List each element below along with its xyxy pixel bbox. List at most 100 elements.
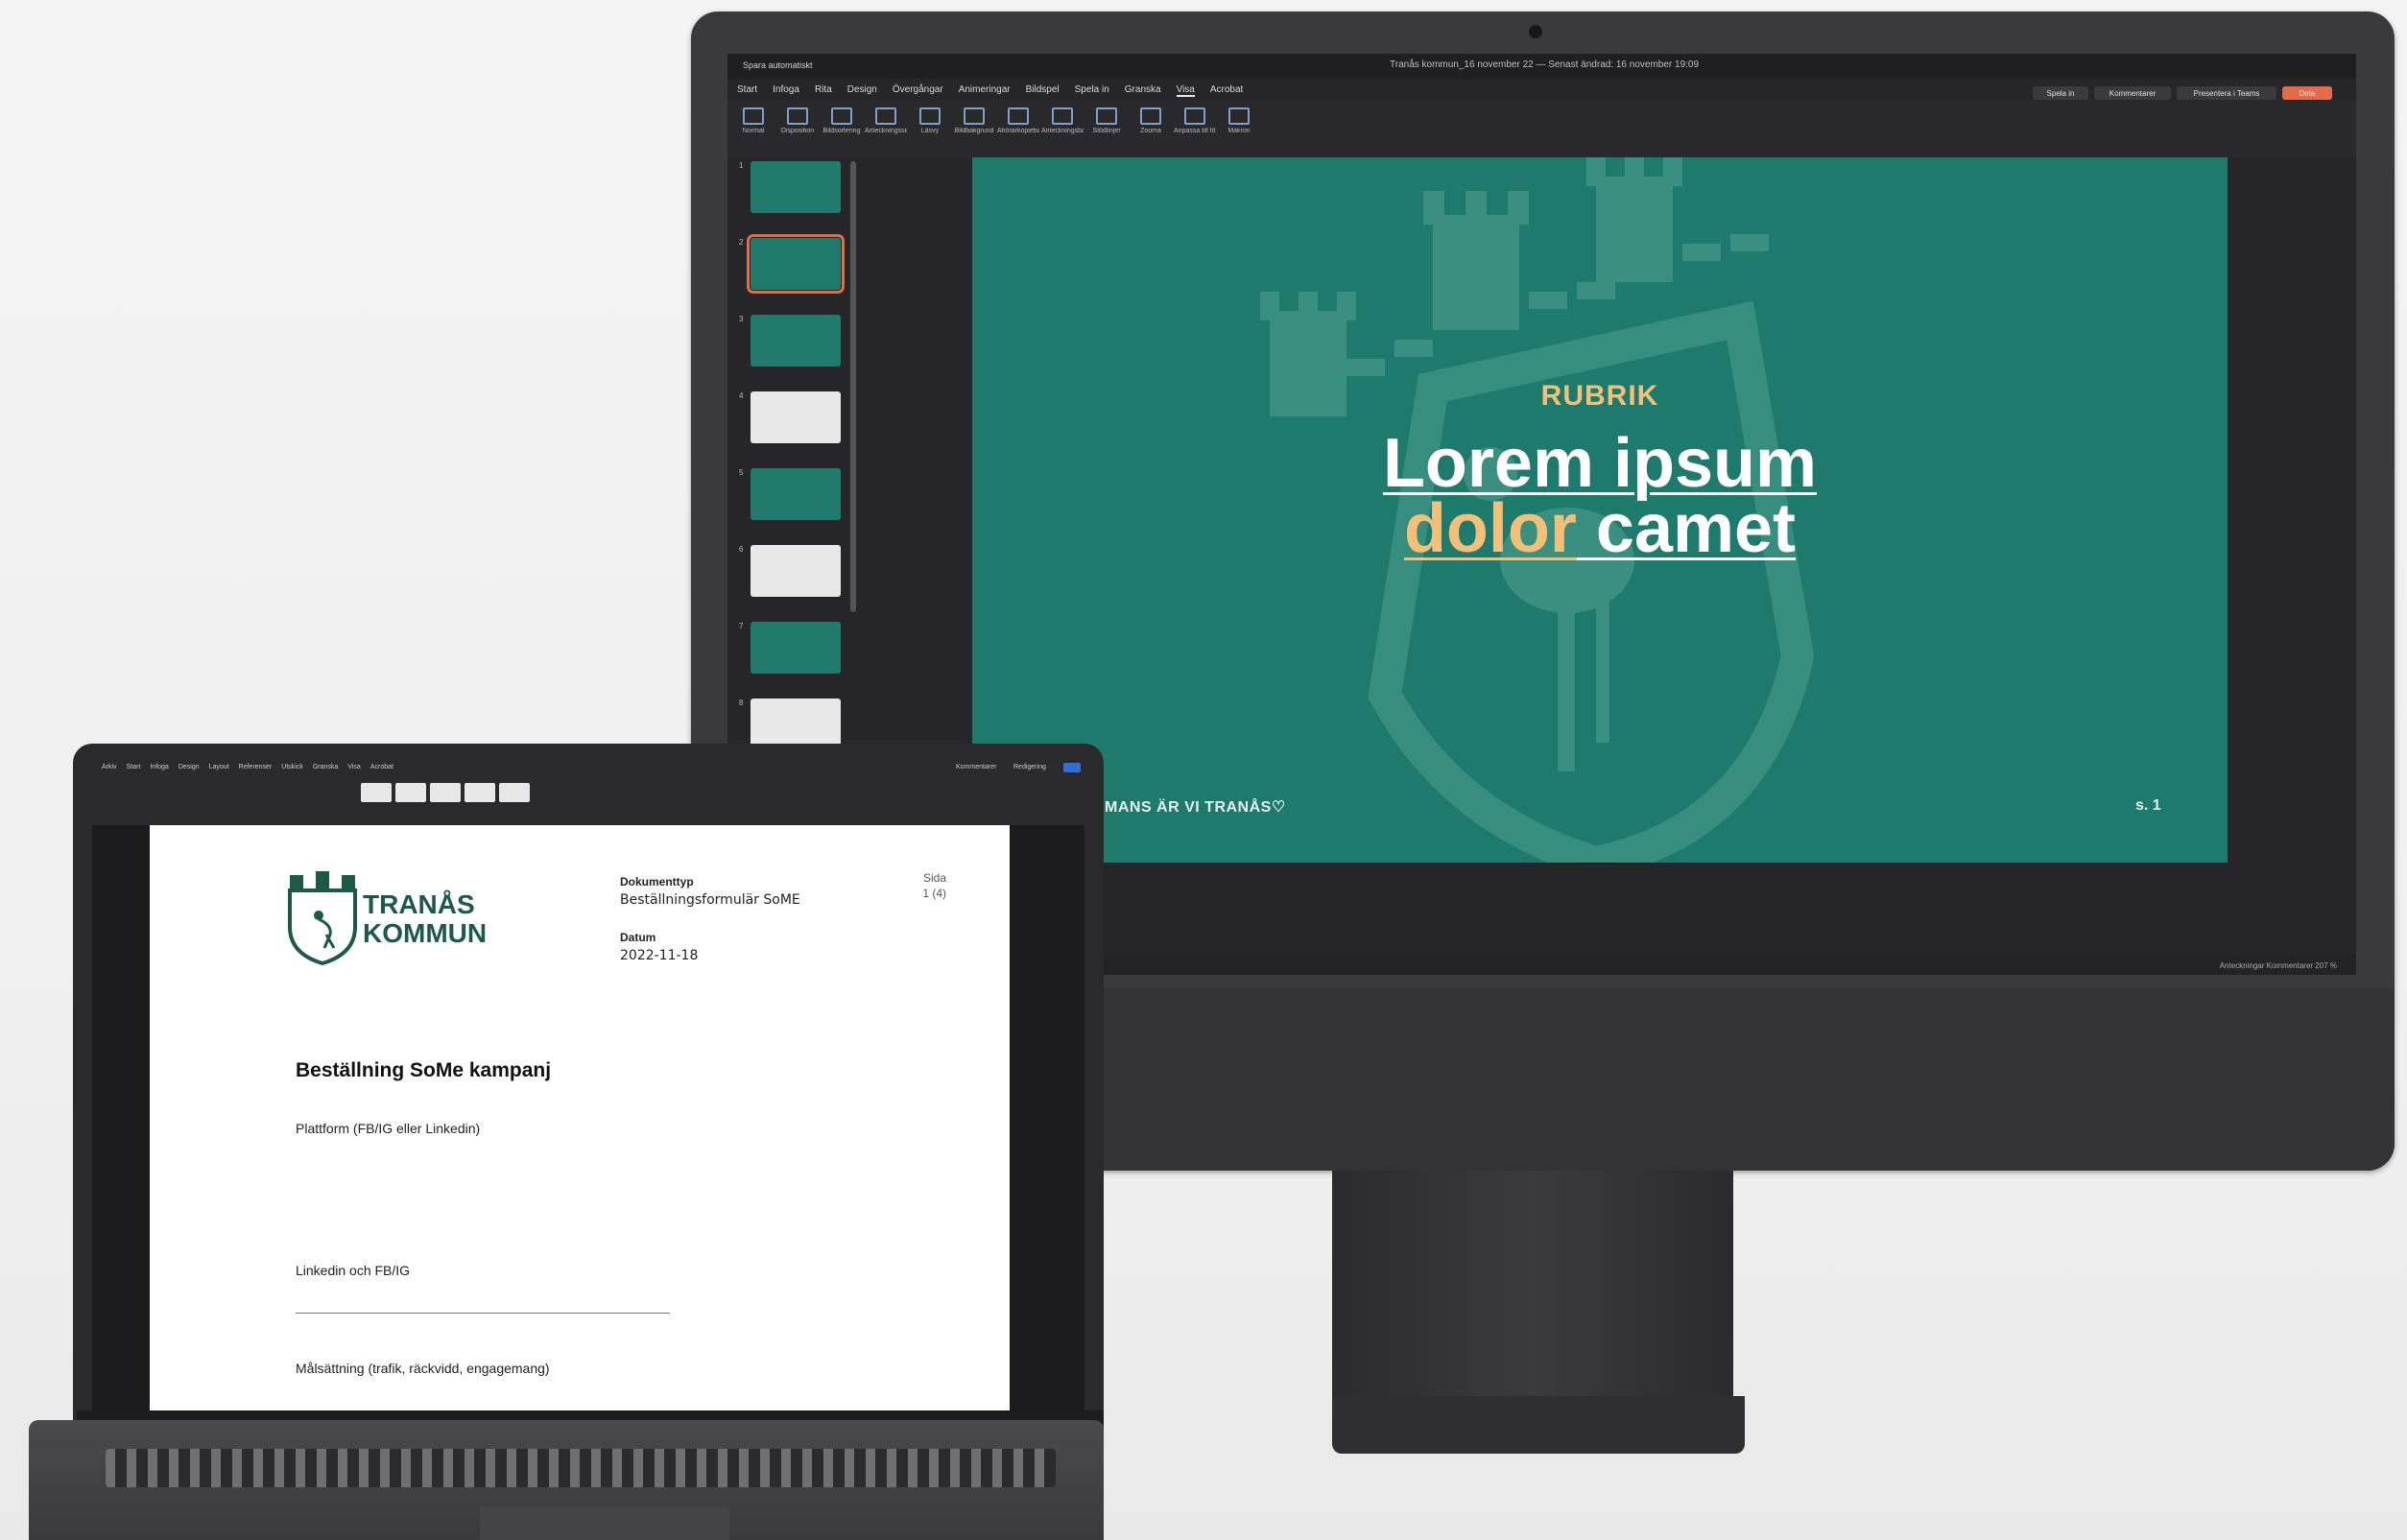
slide-page-number: s. 1 (2135, 797, 2161, 814)
view-icon (1228, 107, 1250, 125)
slide-footer: MANS ÄR VI TRANÅS♡ (1105, 799, 1286, 816)
word-comments-button[interactable]: Kommentarer (956, 764, 996, 770)
view-icon (1008, 107, 1029, 125)
style-heading1-button[interactable] (430, 783, 461, 802)
ribbon-tab[interactable]: Spela in (1075, 84, 1109, 97)
style-heading2-button[interactable] (465, 783, 495, 802)
slide-title-rest: camet (1576, 490, 1797, 567)
ribbon-button-label: Normal (742, 128, 765, 134)
word-tab[interactable]: Arkiv (102, 764, 117, 770)
document-title: Beställning SoMe kampanj (296, 1059, 552, 1081)
slide-heading: RUBRIK (1540, 380, 1659, 412)
ribbon-tab[interactable]: Design (847, 84, 877, 97)
ribbon-tab[interactable]: Bildspel (1026, 84, 1060, 97)
ribbon-tab[interactable]: Start (737, 84, 757, 97)
ribbon-button[interactable]: Stödlinjer (1090, 107, 1123, 140)
present-teams-button[interactable]: Presentera i Teams (2177, 86, 2276, 100)
comments-button[interactable]: Kommentarer (2094, 86, 2171, 100)
slide-thumbnail[interactable] (747, 234, 845, 294)
window-title: Tranås kommun_16 november 22 — Senast än… (1390, 59, 1700, 70)
ribbon-button-label: Zooma (1140, 128, 1161, 134)
ribbon-tab[interactable]: Infoga (773, 84, 799, 97)
ribbon-button-label: Läsvy (920, 128, 940, 134)
word-share-button[interactable] (1063, 763, 1081, 772)
word-tab[interactable]: Start (127, 764, 141, 770)
status-text[interactable]: Anteckningar Kommentarer 207 % (2220, 961, 2337, 970)
slide-title-line2: dolor camet (972, 489, 2228, 568)
ribbon-button[interactable]: Makron (1223, 107, 1255, 140)
slide-title-accent: dolor (1403, 490, 1577, 567)
word-tab[interactable]: Infoga (150, 764, 168, 770)
word-editing-button[interactable]: Redigering (1013, 764, 1046, 770)
thumbnail-number: 8 (739, 699, 744, 707)
ribbon-button-label: Makron (1227, 128, 1251, 134)
ribbon-button[interactable]: Anpassa till fönster (1174, 107, 1216, 140)
word-window: Arkiv Start Infoga Design Layout Referenser Ut… (92, 758, 1084, 1420)
trackpad (480, 1506, 729, 1540)
word-tab[interactable]: Acrobat (370, 764, 393, 770)
ribbon-tab[interactable]: Acrobat (1210, 84, 1243, 97)
slide-thumbnail[interactable] (751, 161, 841, 213)
ribbon-button-label: Stödlinjer (1092, 128, 1121, 134)
ribbon-button[interactable]: Åhörarkopiebakgrund (997, 107, 1039, 140)
ribbon-button-label: Anteckningsbakgrund (1041, 128, 1084, 134)
style-nospacing-button[interactable] (395, 783, 426, 802)
slide-thumbnail[interactable] (751, 622, 841, 674)
ribbon-button[interactable]: Anteckningssidor (865, 107, 907, 140)
thumbnail-number: 2 (739, 238, 744, 247)
record-button[interactable]: Spela in (2033, 86, 2088, 100)
word-tab[interactable]: Design (179, 764, 200, 770)
field-goal: Målsättning (trafik, räckvidd, engageman… (296, 1361, 550, 1376)
slide-thumbnail[interactable] (751, 315, 841, 367)
word-tab[interactable]: Granska (313, 764, 338, 770)
ribbon-button[interactable]: Bildsortering (823, 107, 860, 140)
view-icon (919, 107, 941, 125)
ribbon-tab[interactable]: Granska (1125, 84, 1161, 97)
field-platform: Plattform (FB/IG eller Linkedin) (296, 1121, 481, 1136)
doctype-label: Dokumenttyp (620, 875, 694, 888)
slide-thumbnail[interactable] (751, 545, 841, 597)
ribbon-button[interactable]: Bildbakgrund (955, 107, 993, 140)
ribbon-tab[interactable]: Rita (815, 84, 832, 97)
style-title-button[interactable] (499, 783, 530, 802)
ribbon-tab[interactable]: Animeringar (959, 84, 1011, 97)
view-icon (831, 107, 852, 125)
thumbnail-number: 6 (739, 545, 744, 554)
ribbon-button-label: Anpassa till fönster (1174, 128, 1216, 134)
imac-foot (1332, 1396, 1745, 1454)
word-tab[interactable]: Layout (209, 764, 229, 770)
ribbon-button[interactable]: Zooma (1134, 107, 1167, 140)
thumbnail-number: 3 (739, 315, 744, 323)
word-tab[interactable]: Visa (347, 764, 361, 770)
autosave-label[interactable]: Spara automatiskt (743, 60, 813, 70)
slide-thumbnail[interactable] (751, 391, 841, 443)
view-icon (743, 107, 764, 125)
ribbon-button[interactable]: Disposition (781, 107, 814, 140)
ribbon-tab[interactable]: Visa (1176, 84, 1195, 97)
doctype-value: Beställningsformulär SoME (620, 892, 800, 908)
word-tabs: Arkiv Start Infoga Design Layout Referenser Ut… (102, 764, 393, 770)
style-normal-button[interactable] (361, 783, 392, 802)
page-label: Sida (922, 871, 946, 885)
imac-stand (1332, 1171, 1733, 1410)
thumbnail-number: 1 (739, 161, 744, 170)
slide-thumbnail[interactable] (751, 699, 841, 750)
thumbnail-number: 4 (739, 391, 744, 400)
word-tab[interactable]: Referenser (239, 764, 273, 770)
view-icon (1184, 107, 1205, 125)
ribbon-button[interactable]: Anteckningsbakgrund (1041, 107, 1084, 140)
tranas-shield-logo (288, 871, 357, 966)
ribbon-button-label: Åhörarkopiebakgrund (997, 128, 1039, 134)
ribbon-button[interactable]: Läsvy (914, 107, 946, 140)
thumbnail-number: 5 (739, 468, 744, 477)
word-tab[interactable]: Utskick (281, 764, 303, 770)
ribbon-tab[interactable]: Övergångar (893, 84, 943, 97)
document-page[interactable]: TRANÅS KOMMUN Dokumenttyp Beställningsfor… (150, 825, 1010, 1410)
slide-canvas[interactable]: RUBRIK Lorem ipsum dolor camet MANS ÄR V… (972, 157, 2228, 863)
thumbnail-scrollbar[interactable] (850, 161, 856, 612)
page-value: 1 (4) (922, 887, 946, 900)
slide-thumbnail[interactable] (751, 468, 841, 520)
date-label: Datum (620, 931, 656, 944)
share-button[interactable]: Dela (2282, 86, 2332, 100)
ribbon-button[interactable]: Normal (737, 107, 770, 140)
